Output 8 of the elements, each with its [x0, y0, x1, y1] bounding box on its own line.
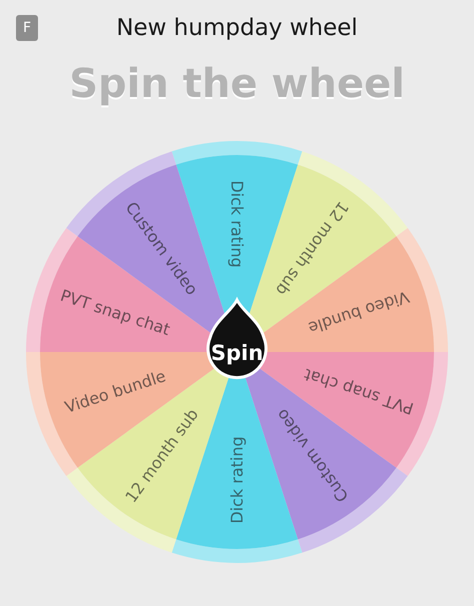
- spin-button[interactable]: Spin: [206, 298, 268, 380]
- segment-label: Dick rating: [228, 180, 246, 268]
- segment-label: PVT snap chat: [302, 364, 416, 418]
- segment-label: Video bundle: [306, 287, 412, 338]
- segment-label: Dick rating: [228, 436, 246, 524]
- window-title: New humpday wheel: [115, 14, 359, 43]
- segment-label: PVT snap chat: [58, 286, 172, 340]
- segment-label: Video bundle: [62, 366, 168, 417]
